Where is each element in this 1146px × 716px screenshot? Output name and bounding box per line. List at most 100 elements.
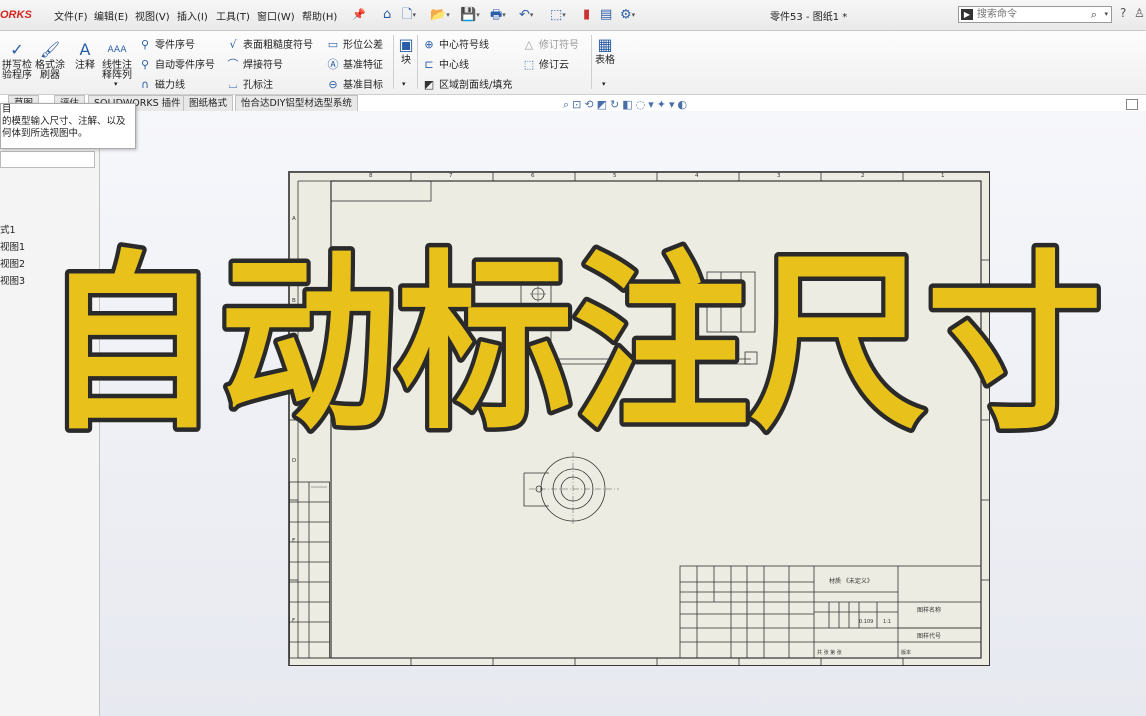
file-properties-icon[interactable]: ▤ — [600, 6, 612, 24]
tree-item-view3[interactable]: 视图3 — [0, 273, 25, 287]
command-manager-ribbon: ✓ 拼写检 验程序 🖌 格式涂 刷器 A 注释 AAA 线性注 释阵列 ▾ ⚲ 零… — [0, 31, 1146, 95]
menu-edit[interactable]: 编辑(E) — [94, 8, 128, 23]
select-icon[interactable]: ⬚▾ — [550, 6, 566, 24]
search-box[interactable]: ▶ ⌕ ▾ — [958, 6, 1112, 23]
rebuild-icon[interactable]: ▮ — [583, 6, 590, 24]
filter-input[interactable] — [0, 151, 95, 168]
undo-icon[interactable]: ↶▾ — [519, 6, 533, 24]
task-pane-toggle-icon[interactable] — [1126, 99, 1138, 110]
display-style-icon[interactable]: ◧ — [622, 98, 635, 111]
menu-file[interactable]: 文件(F) — [54, 8, 88, 23]
block-icon: ▣ — [398, 35, 414, 54]
appearance-icon[interactable]: ✦▾ — [657, 98, 678, 111]
revision-cloud-button[interactable]: ⬚ 修订云 — [522, 56, 569, 71]
menu-window[interactable]: 窗口(W) — [257, 8, 295, 23]
datum-target-button[interactable]: ⊖ 基准目标 — [326, 76, 383, 91]
app-logo: ORKS — [0, 9, 32, 21]
balloon-button[interactable]: ⚲ 零件序号 — [138, 36, 195, 51]
zoom-to-fit-icon[interactable]: ⌕ — [563, 98, 572, 111]
document-title: 零件53 - 图纸1 * — [770, 12, 848, 23]
weld-icon: ⌒ — [227, 58, 239, 71]
chevron-down-icon[interactable]: ▾ — [602, 80, 606, 88]
tree-item-view2[interactable]: 视图2 — [0, 256, 25, 270]
chevron-down-icon[interactable]: ▾ — [402, 80, 406, 88]
chevron-down-icon[interactable]: ▾ — [1104, 10, 1108, 18]
spell-check-button[interactable]: ✓ 拼写检 验程序 — [0, 41, 34, 81]
gtol-button[interactable]: ▭ 形位公差 — [326, 36, 383, 51]
open-icon[interactable]: 📂▾ — [430, 6, 450, 24]
block-button[interactable]: ▣ 块 — [396, 36, 416, 66]
save-icon[interactable]: 💾▾ — [460, 6, 480, 24]
title-block-sheets: 共 张 第 张 — [817, 649, 842, 656]
center-mark-button[interactable]: ⊕ 中心符号线 — [422, 36, 489, 51]
tooltip: 目 的模型输入尺寸、注解、以及 何体到所选视图中。 — [0, 103, 136, 149]
zone-col-2: 7 — [449, 173, 453, 179]
revision-symbol-icon: △ — [524, 38, 534, 51]
previous-view-icon[interactable]: ⟲ — [584, 98, 596, 111]
hatch-button[interactable]: ◩ 区域剖面线/填充 — [422, 76, 513, 91]
title-block-material: 材质 《未定义》 — [829, 577, 873, 585]
user-icon[interactable]: ♙ — [1134, 6, 1145, 20]
balloon-icon: ⚲ — [140, 38, 150, 51]
rotate-icon[interactable]: ↻ — [610, 98, 622, 111]
center-mark-icon: ⊕ — [424, 38, 434, 51]
gtol-icon: ▭ — [327, 38, 339, 51]
hatch-icon: ◩ — [423, 78, 435, 91]
drawing-sheet[interactable]: 8 7 6 5 4 3 2 1 A B C D E F 材质 《未定义》 图样名… — [288, 171, 990, 666]
magnifier-icon[interactable]: ⌕ — [1091, 8, 1097, 22]
drawing-sheet-graphics: 8 7 6 5 4 3 2 1 A B C D E F 材质 《未定义》 图样名… — [289, 172, 990, 666]
search-input[interactable] — [977, 7, 1087, 22]
menu-insert[interactable]: 插入(I) — [177, 8, 208, 23]
magnetic-line-button[interactable]: ∩ 磁力线 — [138, 76, 185, 91]
table-button[interactable]: ▦ 表格 — [594, 36, 616, 66]
tree-item-sheet-format[interactable]: 式1 — [0, 222, 16, 236]
zone-col-5: 4 — [695, 173, 699, 179]
home-icon[interactable]: ⌂ — [383, 6, 391, 24]
pin-icon[interactable]: 📌 — [352, 6, 366, 24]
menu-help[interactable]: 帮助(H) — [302, 8, 337, 23]
format-painter-button[interactable]: 🖌 格式涂 刷器 — [33, 41, 67, 81]
options-gear-icon[interactable]: ⚙▾ — [620, 6, 635, 24]
ribbon-separator — [417, 35, 418, 89]
print-icon[interactable]: 🖶▾ — [490, 6, 506, 24]
revision-symbol-button[interactable]: △ 修订符号 — [522, 36, 579, 51]
auto-balloon-button[interactable]: ⚲ 自动零件序号 — [138, 56, 215, 71]
tab-sheet-format[interactable]: 图纸格式 — [183, 95, 234, 111]
zone-row-a: A — [292, 216, 296, 222]
centerline-button[interactable]: ⊏ 中心线 — [422, 56, 469, 71]
menu-tools[interactable]: 工具(T) — [216, 8, 250, 23]
chevron-down-icon[interactable]: ▾ — [114, 80, 118, 88]
tab-yiheda-profile-selector[interactable]: 怡合达DIY铝型材选型系统 — [235, 95, 358, 111]
zone-row-f: F — [292, 618, 295, 624]
zone-row-c: C — [292, 378, 296, 384]
weld-symbol-button[interactable]: ⌒ 焊接符号 — [226, 56, 284, 72]
note-button[interactable]: A 注释 — [70, 41, 100, 71]
surface-finish-button[interactable]: √ 表面粗糙度符号 — [226, 36, 313, 51]
hide-show-icon[interactable]: ◌▾ — [636, 98, 657, 111]
part-top-view — [523, 452, 619, 526]
datum-feature-icon: Ⓐ — [327, 58, 339, 71]
zone-row-b: B — [292, 298, 296, 304]
sheet-inner-border — [330, 180, 982, 659]
zone-col-4: 5 — [613, 173, 617, 179]
new-document-icon[interactable]: 🗋▾ — [402, 6, 416, 24]
scene-icon[interactable]: ◐ — [678, 98, 691, 111]
zone-col-1: 8 — [369, 173, 373, 179]
centerline-icon: ⊏ — [424, 58, 434, 71]
tree-item-view1[interactable]: 视图1 — [0, 239, 25, 253]
datum-feature-button[interactable]: Ⓐ 基准特征 — [326, 56, 384, 72]
section-view-icon[interactable]: ◩ — [597, 98, 610, 111]
sheet-outer-border — [289, 172, 990, 666]
menu-view[interactable]: 视图(V) — [135, 8, 170, 23]
zone-row-d: D — [292, 458, 296, 464]
zoom-area-icon[interactable]: ⊡ — [572, 98, 584, 111]
hole-callout-button[interactable]: ⌴ 孔标注 — [226, 76, 273, 92]
linear-note-pattern-button[interactable]: AAA 线性注 释阵列 — [100, 41, 134, 81]
note-icon: A — [79, 40, 91, 59]
command-search-icon: ▶ — [961, 9, 973, 20]
help-icon[interactable]: ? — [1120, 6, 1126, 20]
left-side-table — [289, 481, 330, 659]
zone-row-e: E — [292, 538, 296, 544]
zone-col-6: 3 — [777, 173, 781, 179]
title-block-version: 版本 — [901, 649, 911, 656]
